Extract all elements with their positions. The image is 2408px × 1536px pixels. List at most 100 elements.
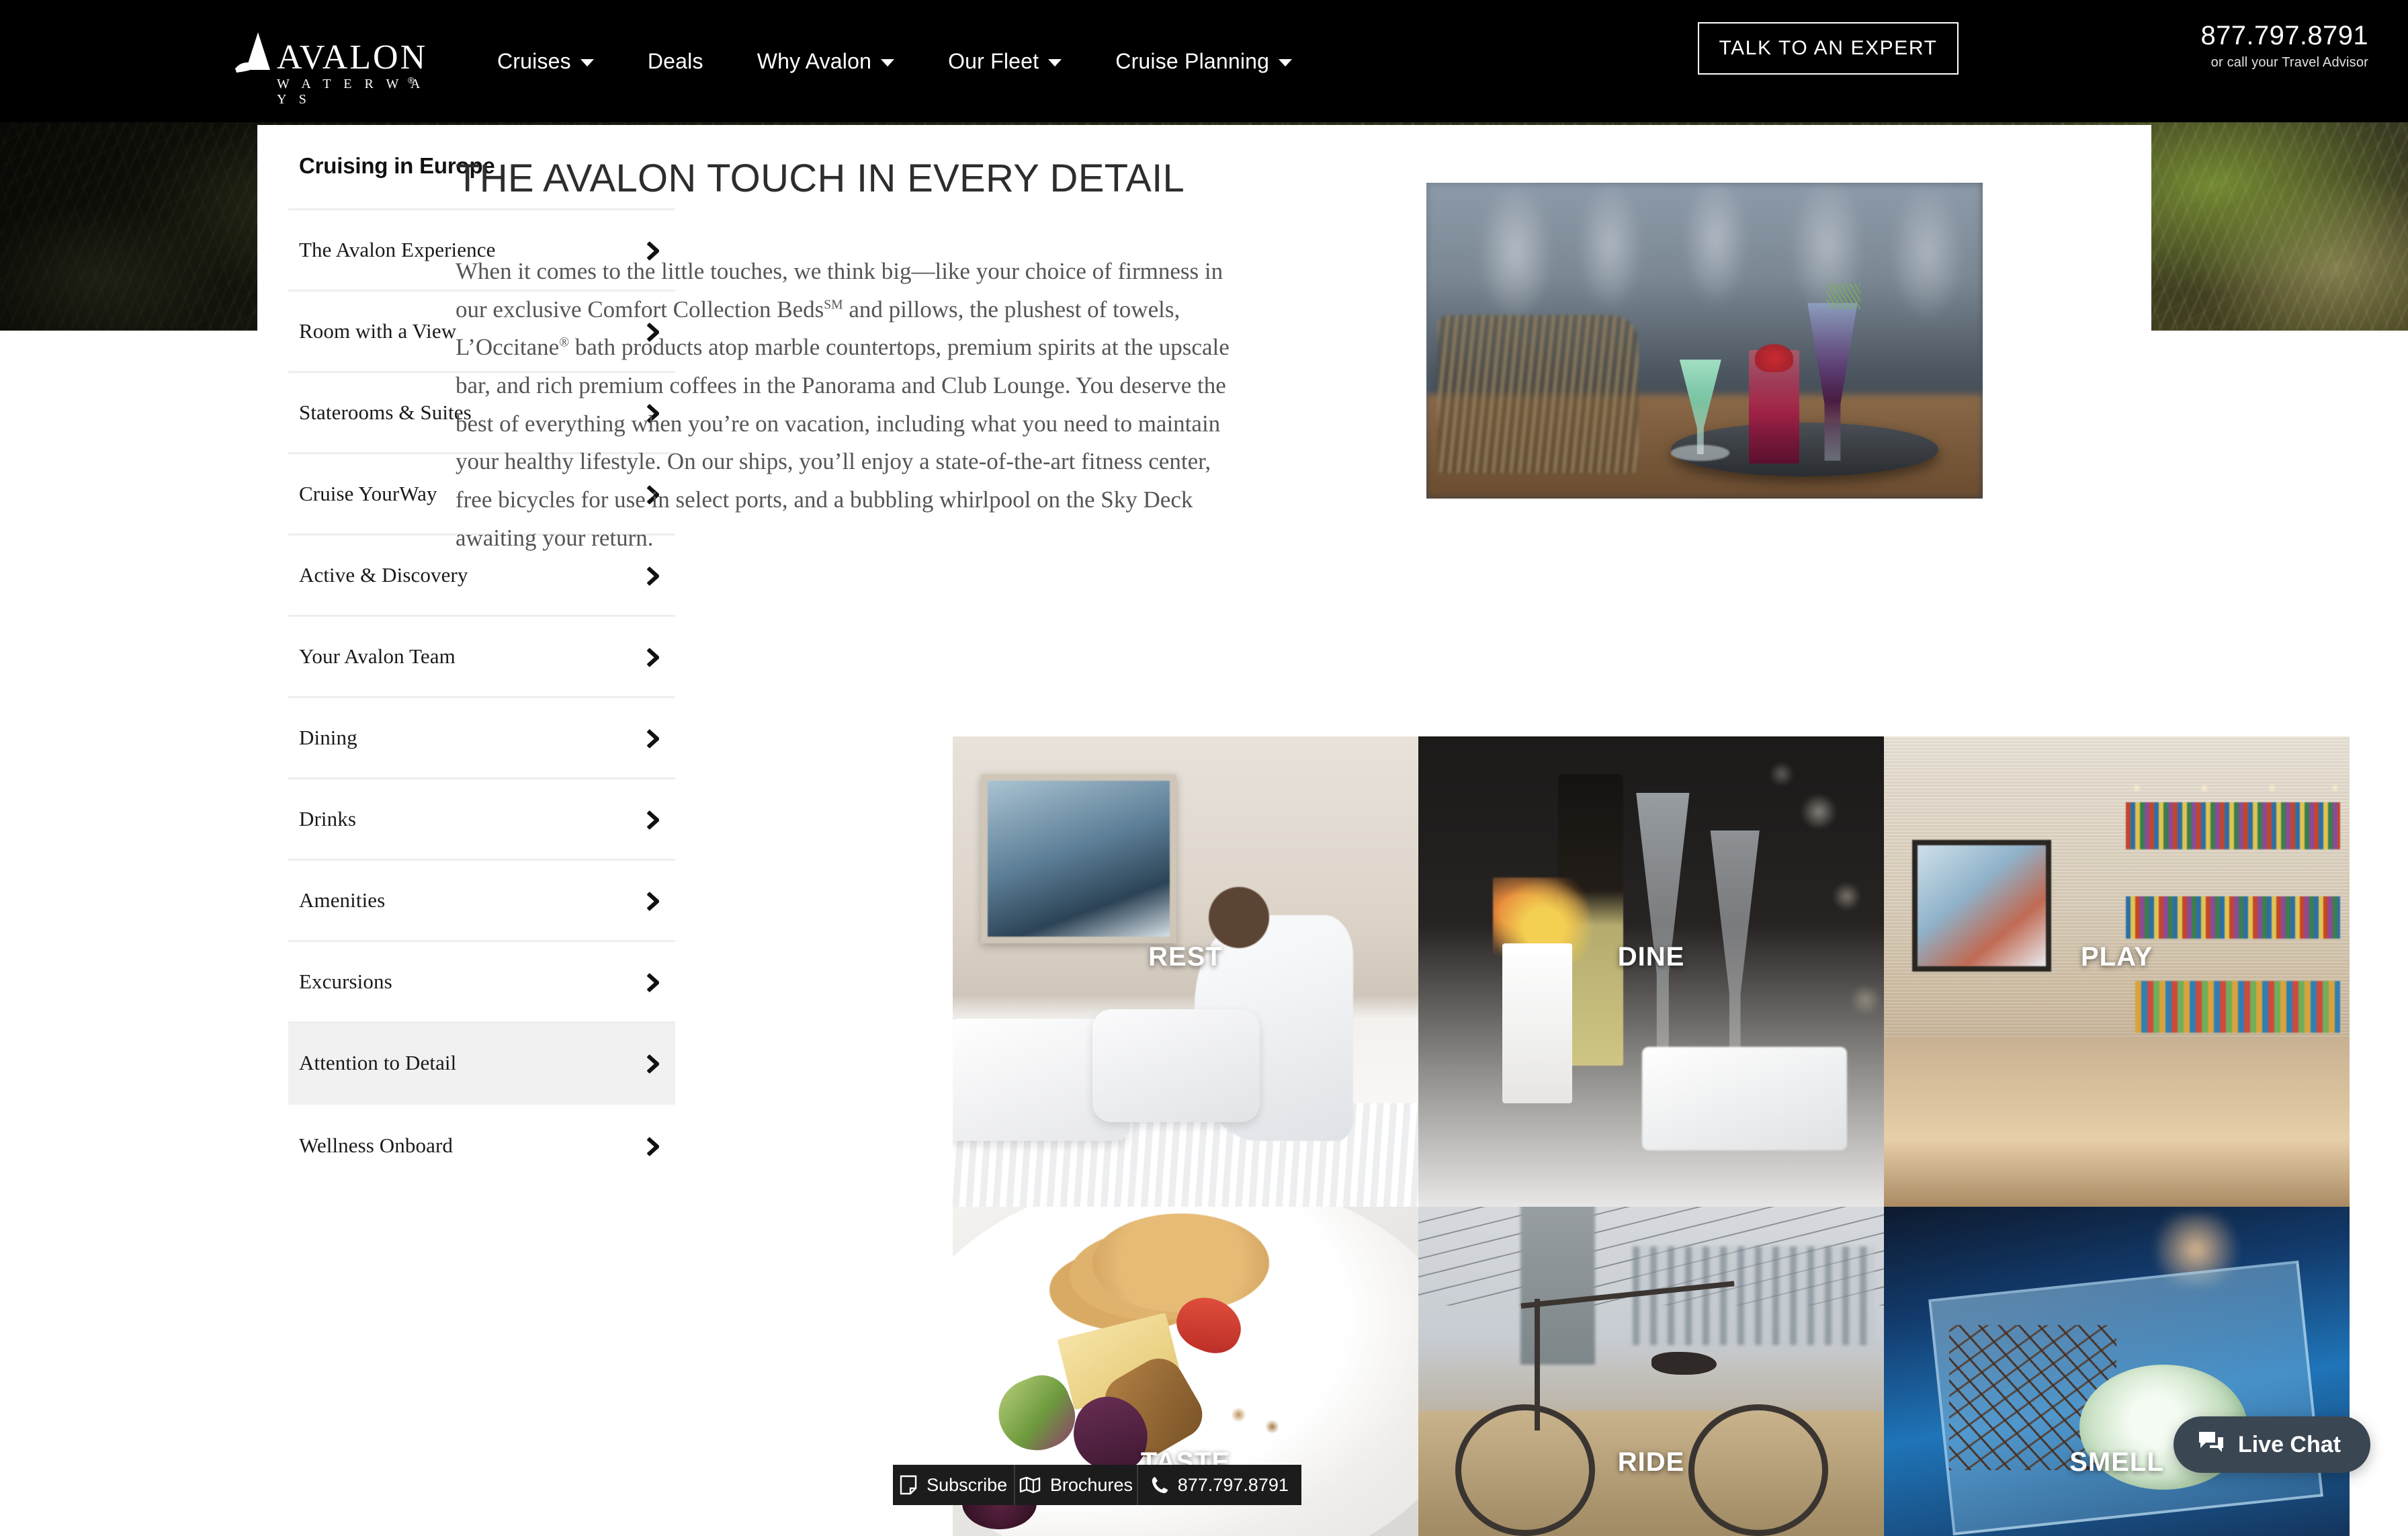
- tile-label: REST: [953, 942, 1418, 972]
- sidebar-item-your-avalon-team[interactable]: Your Avalon Team: [288, 617, 675, 698]
- nav-item-label: Cruise Planning: [1115, 49, 1269, 74]
- counter-layer: [1884, 1037, 2350, 1207]
- tile-smell-image: [1884, 1207, 2350, 1536]
- sidebar-item-label: Excursions: [299, 970, 392, 994]
- header-phone-block: 877.797.8791 or call your Travel Advisor: [1992, 20, 2368, 71]
- subscribe-button[interactable]: Subscribe: [893, 1465, 1015, 1505]
- chevron-down-icon: [881, 59, 894, 67]
- sticky-utility-bar: Subscribe Brochures 877.797.8791: [893, 1465, 1301, 1505]
- sidebar-item-label: Staterooms & Suites: [299, 400, 472, 425]
- chevron-right-icon: [644, 889, 659, 912]
- tile-label: RIDE: [1418, 1447, 1884, 1478]
- utility-phone-label: 877.797.8791: [1178, 1475, 1289, 1496]
- sidebar-item-label: Wellness Onboard: [299, 1134, 453, 1158]
- chevron-down-icon: [580, 59, 594, 67]
- tile-rest[interactable]: REST: [953, 736, 1418, 1207]
- chevron-right-icon: [644, 726, 659, 749]
- talk-to-an-expert-button[interactable]: TALK TO AN EXPERT: [1698, 22, 1959, 75]
- nav-item-label: Cruises: [497, 49, 571, 74]
- nav-item-cruise-planning[interactable]: Cruise Planning: [1088, 49, 1319, 74]
- article-block: THE AVALON TOUCH IN EVERY DETAIL When it…: [456, 156, 1235, 557]
- article-body: When it comes to the little touches, we …: [456, 253, 1235, 558]
- sidebar-item-dining[interactable]: Dining: [288, 698, 675, 779]
- nav-item-label: Deals: [648, 49, 703, 74]
- nav-item-deals[interactable]: Deals: [621, 49, 730, 74]
- content-card: Cruising in Europe The Avalon Experience…: [257, 125, 2151, 1505]
- nav-item-label: Why Avalon: [757, 49, 871, 74]
- pillow-layer-2: [1092, 1009, 1260, 1122]
- site-header: AVALON W A T E R W A Y S ® Cruises Deals…: [0, 0, 2408, 122]
- tile-label: DINE: [1418, 942, 1884, 972]
- tower-layer: [1520, 1207, 1595, 1365]
- cracker-layer: [1092, 1213, 1269, 1312]
- skyline-layer: [1633, 1246, 1875, 1345]
- sidebar-item-label: Dining: [299, 726, 357, 750]
- nav-item-cruises[interactable]: Cruises: [470, 49, 621, 74]
- hero-strawberry-garnish: [1755, 344, 1794, 372]
- page-title: THE AVALON TOUCH IN EVERY DETAIL: [456, 156, 1235, 202]
- chevron-right-icon: [644, 564, 659, 587]
- sidebar-item-attention-to-detail[interactable]: Attention to Detail: [288, 1023, 675, 1105]
- tile-ride[interactable]: RIDE: [1418, 1207, 1884, 1536]
- bookshelf-row-3: [2135, 981, 2340, 1033]
- chevron-down-icon: [1048, 59, 1062, 67]
- bicycle-saddle: [1651, 1352, 1717, 1375]
- sidebar-item-amenities[interactable]: Amenities: [288, 861, 675, 942]
- chevron-right-icon: [644, 970, 659, 993]
- nav-item-why-avalon[interactable]: Why Avalon: [730, 49, 921, 74]
- phone-icon: [1151, 1476, 1168, 1494]
- framed-art-icon: [981, 774, 1176, 943]
- subscribe-label: Subscribe: [927, 1475, 1007, 1496]
- ceiling-lights-layer: [2108, 774, 2350, 802]
- brochures-button[interactable]: Brochures: [1015, 1465, 1137, 1505]
- header-phone-number[interactable]: 877.797.8791: [1992, 20, 2368, 51]
- avalon-waterways-logo[interactable]: AVALON W A T E R W A Y S ®: [234, 28, 429, 93]
- bicycle-fork-post: [1535, 1299, 1540, 1431]
- sidebar-item-label: Drinks: [299, 807, 356, 831]
- nav-item-label: Our Fleet: [948, 49, 1039, 74]
- tile-label: PLAY: [1884, 942, 2350, 972]
- crew-head-layer: [1209, 887, 1269, 948]
- chevron-right-icon: [644, 645, 659, 668]
- main-navigation: Cruises Deals Why Avalon Our Fleet Cruis…: [470, 0, 1319, 122]
- brochures-label: Brochures: [1050, 1475, 1133, 1496]
- chevron-down-icon: [1279, 59, 1292, 67]
- live-chat-label: Live Chat: [2238, 1432, 2341, 1458]
- tile-smell[interactable]: SMELL: [1884, 1207, 2350, 1536]
- live-chat-button[interactable]: Live Chat: [2174, 1416, 2370, 1473]
- utility-phone-button[interactable]: 877.797.8791: [1138, 1465, 1301, 1505]
- bookshelf-row-2: [2126, 896, 2340, 939]
- chevron-right-icon: [644, 1134, 659, 1157]
- sidebar-item-label: Room with a View: [299, 319, 456, 343]
- sidebar-item-drinks[interactable]: Drinks: [288, 779, 675, 861]
- napkin-layer: [1642, 1047, 1847, 1150]
- tile-ride-image: [1418, 1207, 1884, 1536]
- chevron-right-icon: [644, 1052, 659, 1074]
- article-body-part3: bath products atop marble countertops, p…: [456, 334, 1230, 550]
- logo-registered-mark: ®: [408, 75, 415, 85]
- nav-item-our-fleet[interactable]: Our Fleet: [921, 49, 1088, 74]
- chat-bubble-icon: [2198, 1431, 2225, 1459]
- sidebar-item-label: Your Avalon Team: [299, 644, 456, 669]
- sidebar-item-label: Amenities: [299, 888, 385, 912]
- hero-chairs-layer: [1438, 315, 1638, 473]
- header-phone-caption: or call your Travel Advisor: [1992, 55, 2368, 71]
- sidebar-item-excursions[interactable]: Excursions: [288, 942, 675, 1023]
- service-mark-sm: SM: [824, 298, 843, 312]
- sidebar-item-label: Active & Discovery: [299, 563, 468, 587]
- nuts-layer: [1213, 1391, 1297, 1450]
- registered-mark: ®: [559, 336, 569, 350]
- document-icon: [900, 1475, 917, 1495]
- chevron-right-icon: [644, 808, 659, 830]
- sidebar-item-label: Attention to Detail: [299, 1051, 456, 1075]
- bookshelf-row-1: [2126, 802, 2340, 849]
- tile-play[interactable]: PLAY: [1884, 736, 2350, 1207]
- map-icon: [1019, 1476, 1041, 1494]
- sidebar-item-wellness-onboard[interactable]: Wellness Onboard: [288, 1105, 675, 1186]
- tile-dine[interactable]: DINE: [1418, 736, 1884, 1207]
- hero-cocktails-image: [1426, 183, 1983, 499]
- hero-rosemary-garnish: [1827, 284, 1860, 309]
- sidebar-item-label: Cruise YourWay: [299, 482, 437, 506]
- logo-subwordmark: W A T E R W A Y S: [277, 77, 429, 108]
- logo-wordmark: AVALON: [277, 38, 427, 77]
